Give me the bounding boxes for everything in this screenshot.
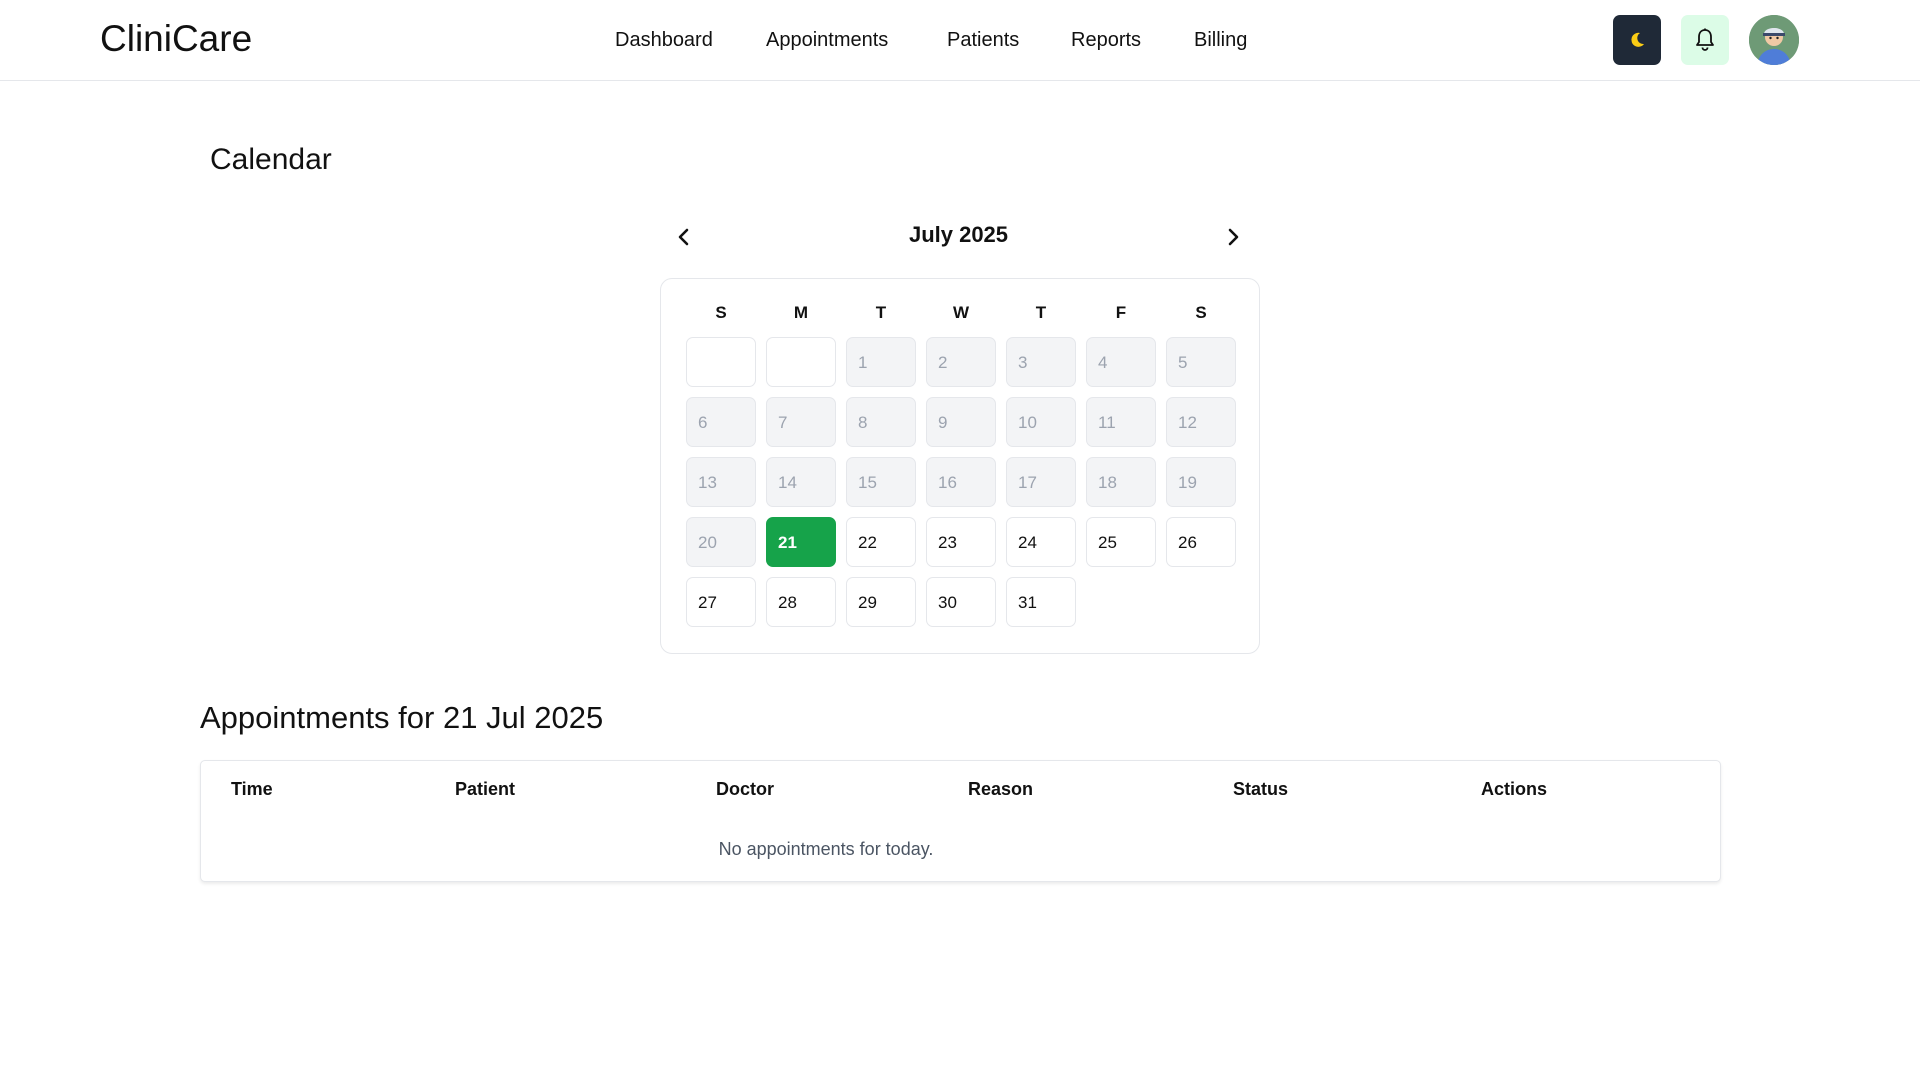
- calendar-day[interactable]: 1: [846, 337, 916, 387]
- column-header-time: Time: [231, 779, 273, 799]
- appointments-title: Appointments for 21 Jul 2025: [200, 700, 604, 735]
- weekday-header: S: [715, 303, 727, 322]
- calendar-day[interactable]: 26: [1166, 517, 1236, 567]
- column-header-status: Status: [1233, 779, 1289, 799]
- calendar-day[interactable]: 12: [1166, 397, 1236, 447]
- calendar-day[interactable]: 11: [1086, 397, 1156, 447]
- nav-item-billing[interactable]: Billing: [1194, 29, 1247, 52]
- column-header-reason: Reason: [968, 779, 1034, 799]
- weekday-header: T: [1035, 303, 1047, 322]
- calendar-day[interactable]: 23: [926, 517, 996, 567]
- calendar-day[interactable]: 29: [846, 577, 916, 627]
- column-header-patient: Patient: [455, 779, 516, 799]
- moon-icon: [1631, 32, 1644, 47]
- calendar-empty-cell: [686, 337, 756, 387]
- calendar-day[interactable]: 18: [1086, 457, 1156, 507]
- top-navigation-bar: CliniCare Dashboard Appointments Patient…: [0, 0, 1920, 81]
- calendar-day[interactable]: 7: [766, 397, 836, 447]
- calendar-day-selected[interactable]: 21: [766, 517, 836, 567]
- column-header-actions: Actions: [1481, 779, 1548, 799]
- bell-icon: [1696, 28, 1714, 51]
- avatar-icon: [1749, 15, 1799, 65]
- calendar-day[interactable]: 15: [846, 457, 916, 507]
- calendar-day[interactable]: 27: [686, 577, 756, 627]
- calendar-empty-cell: [766, 337, 836, 387]
- column-header-doctor: Doctor: [716, 779, 774, 799]
- calendar-day[interactable]: 16: [926, 457, 996, 507]
- weekday-header: F: [1115, 303, 1127, 322]
- weekday-header: M: [793, 303, 809, 322]
- chevron-right-icon: [1228, 228, 1239, 246]
- appointments-table: Time Patient Doctor Reason Status Action…: [200, 760, 1721, 882]
- calendar-day[interactable]: 30: [926, 577, 996, 627]
- theme-toggle-button[interactable]: [1613, 15, 1661, 65]
- calendar-day[interactable]: 17: [1006, 457, 1076, 507]
- month-navigation: July 2025: [669, 218, 1248, 258]
- calendar-day[interactable]: 28: [766, 577, 836, 627]
- calendar-day[interactable]: 25: [1086, 517, 1156, 567]
- calendar-day[interactable]: 31: [1006, 577, 1076, 627]
- page-title: Calendar: [210, 143, 332, 176]
- calendar-day[interactable]: 20: [686, 517, 756, 567]
- calendar-card: S M T W T F S 1 2 3 4 5 6 7 8 9 10 11 12 13 14 15 16 17 18 19 20 21…: [660, 278, 1260, 654]
- month-label: July 2025: [908, 222, 1009, 247]
- calendar-day[interactable]: 8: [846, 397, 916, 447]
- nav-item-patients[interactable]: Patients: [947, 29, 1019, 52]
- calendar-day[interactable]: 13: [686, 457, 756, 507]
- calendar-day[interactable]: 6: [686, 397, 756, 447]
- notifications-button[interactable]: [1681, 15, 1729, 65]
- nav-item-reports[interactable]: Reports: [1071, 29, 1141, 52]
- calendar-day[interactable]: 14: [766, 457, 836, 507]
- nav-item-dashboard[interactable]: Dashboard: [615, 29, 713, 52]
- calendar-day[interactable]: 9: [926, 397, 996, 447]
- calendar-day[interactable]: 22: [846, 517, 916, 567]
- calendar-day[interactable]: 4: [1086, 337, 1156, 387]
- calendar-day[interactable]: 2: [926, 337, 996, 387]
- weekday-header: S: [1195, 303, 1207, 322]
- calendar-day[interactable]: 10: [1006, 397, 1076, 447]
- calendar-day[interactable]: 3: [1006, 337, 1076, 387]
- weekday-header: W: [952, 303, 970, 322]
- next-month-button[interactable]: [1218, 222, 1248, 252]
- empty-appointments-message: No appointments for today.: [718, 839, 934, 859]
- user-avatar[interactable]: [1749, 15, 1799, 65]
- calendar-day[interactable]: 19: [1166, 457, 1236, 507]
- calendar-day[interactable]: 24: [1006, 517, 1076, 567]
- calendar-grid: S M T W T F S 1 2 3 4 5 6 7 8 9 10 11 12 13 14 15 16 17 18 19 20 21…: [686, 303, 1236, 627]
- weekday-header: T: [875, 303, 887, 322]
- nav-item-appointments[interactable]: Appointments: [766, 29, 888, 52]
- calendar-day[interactable]: 5: [1166, 337, 1236, 387]
